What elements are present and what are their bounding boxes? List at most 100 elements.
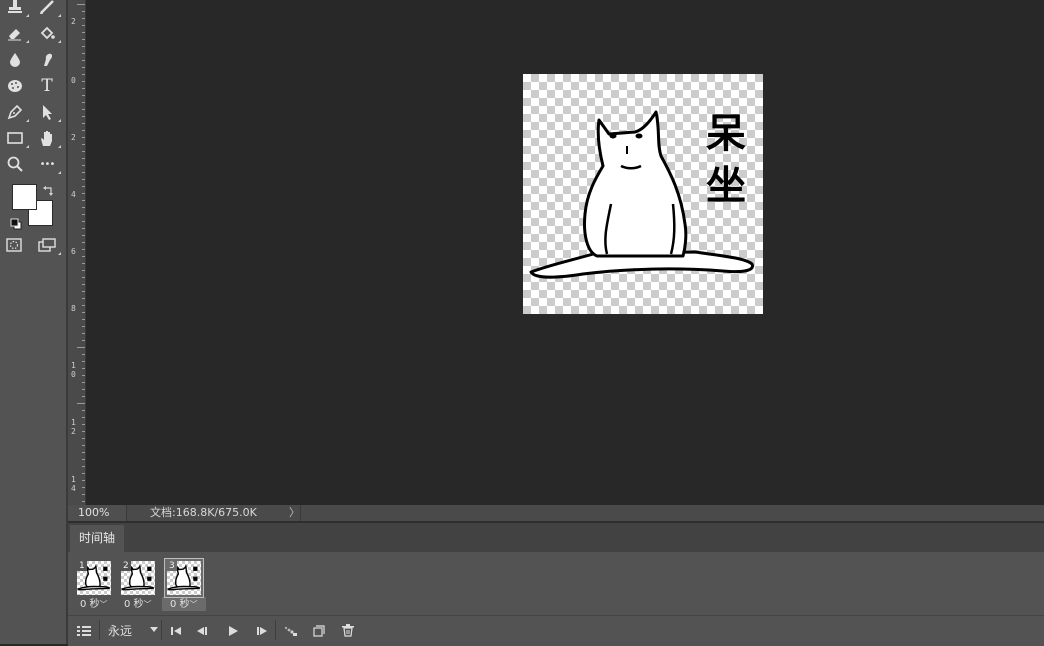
ruler-label: 6 [71, 247, 76, 256]
blur-tool[interactable] [3, 48, 27, 70]
history-brush-icon [40, 0, 54, 14]
arrow-pointer-icon [43, 105, 52, 120]
sponge-icon [8, 80, 22, 92]
magnifier-icon [7, 156, 23, 172]
ruler-label: 2 [71, 133, 76, 142]
ruler-tick [82, 452, 85, 453]
frame-delay-select[interactable]: 0 秒﹀ [170, 599, 214, 611]
convert-timeline-icon [77, 625, 91, 636]
ruler-tick [82, 494, 85, 495]
ruler-tick [82, 144, 85, 145]
path-selection-tool[interactable] [35, 101, 61, 123]
smudge-tool[interactable] [35, 48, 59, 70]
ruler-tick [82, 74, 85, 75]
animation-frame-3[interactable]: 3 0 秒﹀ [164, 558, 204, 610]
ruler-tick [82, 277, 85, 278]
panel-tab-bar: 时间轴 [68, 523, 1044, 552]
tools-panel: T ••• [0, 0, 66, 644]
eraser-tool[interactable] [3, 22, 29, 44]
ruler-tick [82, 207, 85, 208]
zoom-tool[interactable] [3, 153, 27, 175]
sponge-tool[interactable] [3, 75, 27, 97]
tween-button[interactable] [280, 616, 302, 645]
clone-stamp-icon [8, 0, 22, 13]
eraser-icon [8, 29, 21, 41]
swap-colors-icon[interactable] [43, 182, 55, 196]
ruler-tick [82, 368, 85, 369]
ruler-tick [82, 193, 85, 194]
ruler-tick [82, 298, 85, 299]
rectangle-tool[interactable] [3, 127, 29, 149]
ruler-tick [82, 165, 85, 166]
ruler-tick [82, 382, 85, 383]
ruler-label: 8 [71, 304, 76, 313]
ruler-tick [82, 249, 85, 250]
previous-frame-icon [197, 626, 207, 635]
frame-number: 3 [167, 561, 177, 571]
ruler-tick [82, 480, 85, 481]
timeline-panel: 时间轴 1 0 秒﹀ 2 0 秒﹀ 3 0 秒﹀ 永远 [68, 521, 1044, 646]
zoom-level-field[interactable]: 100% [68, 505, 127, 521]
document-canvas[interactable]: 呆坐 [523, 74, 763, 314]
more-tools[interactable]: ••• [35, 153, 61, 175]
default-colors-icon[interactable] [10, 215, 22, 230]
loop-options-select[interactable]: 永远 [102, 616, 158, 645]
ruler-tick [82, 25, 85, 26]
status-menu-arrow[interactable]: 〉 [289, 505, 300, 521]
ruler-tick [82, 424, 85, 425]
ruler-tick [82, 326, 85, 327]
ruler-tick [82, 319, 85, 320]
ruler-tick [82, 291, 85, 292]
delete-frame-button[interactable] [337, 616, 359, 645]
ruler-tick [82, 431, 85, 432]
vertical-ruler: 2 0 2 4 6 8 1 0 1 2 1 4 [68, 0, 86, 505]
caption-text: 呆坐 [706, 111, 746, 209]
ruler-tick [82, 46, 85, 47]
tab-timeline[interactable]: 时间轴 [70, 525, 125, 552]
ruler-tick [82, 102, 85, 103]
pen-tool[interactable] [3, 101, 29, 123]
quick-mask-tool[interactable] [2, 234, 26, 256]
animation-frame-1[interactable]: 1 0 秒﹀ [74, 558, 114, 610]
ruler-tick [82, 333, 85, 334]
document-size-info: 文档:168.8K/675.0K [150, 506, 257, 519]
ruler-label: 1 4 [71, 475, 76, 493]
ruler-tick [82, 32, 85, 33]
ruler-tick [77, 347, 85, 348]
blur-drop-icon [10, 53, 20, 67]
chevron-down-icon: ﹀ [99, 600, 108, 609]
ruler-tick [77, 403, 85, 404]
ruler-tick [82, 81, 85, 82]
history-brush-tool[interactable] [35, 0, 61, 18]
previous-frame-button[interactable] [191, 616, 213, 645]
type-tool[interactable]: T [35, 75, 59, 97]
ruler-label: 0 [71, 76, 76, 85]
foreground-color-swatch[interactable] [12, 184, 37, 210]
ruler-tick [82, 95, 85, 96]
next-frame-button[interactable] [251, 616, 273, 645]
screen-mode-icon [38, 238, 56, 252]
ruler-tick [82, 501, 85, 502]
duplicate-frame-button[interactable] [308, 616, 330, 645]
ruler-tick [82, 438, 85, 439]
first-frame-button[interactable] [165, 616, 187, 645]
hand-tool[interactable] [35, 127, 61, 149]
ruler-tick [82, 88, 85, 89]
frame-delay-value: 0 秒 [124, 599, 144, 610]
play-button[interactable] [222, 616, 244, 645]
ruler-tick [82, 340, 85, 341]
convert-timeline-button[interactable] [74, 616, 94, 645]
paint-bucket-tool[interactable] [35, 22, 61, 44]
frame-delay-select[interactable]: 0 秒﹀ [124, 599, 168, 611]
frame-delay-value: 0 秒 [80, 599, 100, 610]
animation-frame-2[interactable]: 2 0 秒﹀ [118, 558, 158, 610]
ruler-tick [82, 137, 85, 138]
ruler-tick [82, 39, 85, 40]
ruler-tick [82, 53, 85, 54]
ruler-tick [82, 487, 85, 488]
ruler-tick [82, 242, 85, 243]
frame-number: 2 [121, 561, 131, 571]
clone-stamp-tool[interactable] [3, 0, 29, 18]
ellipsis-icon: ••• [39, 158, 56, 170]
screen-mode-tool[interactable] [35, 234, 61, 256]
